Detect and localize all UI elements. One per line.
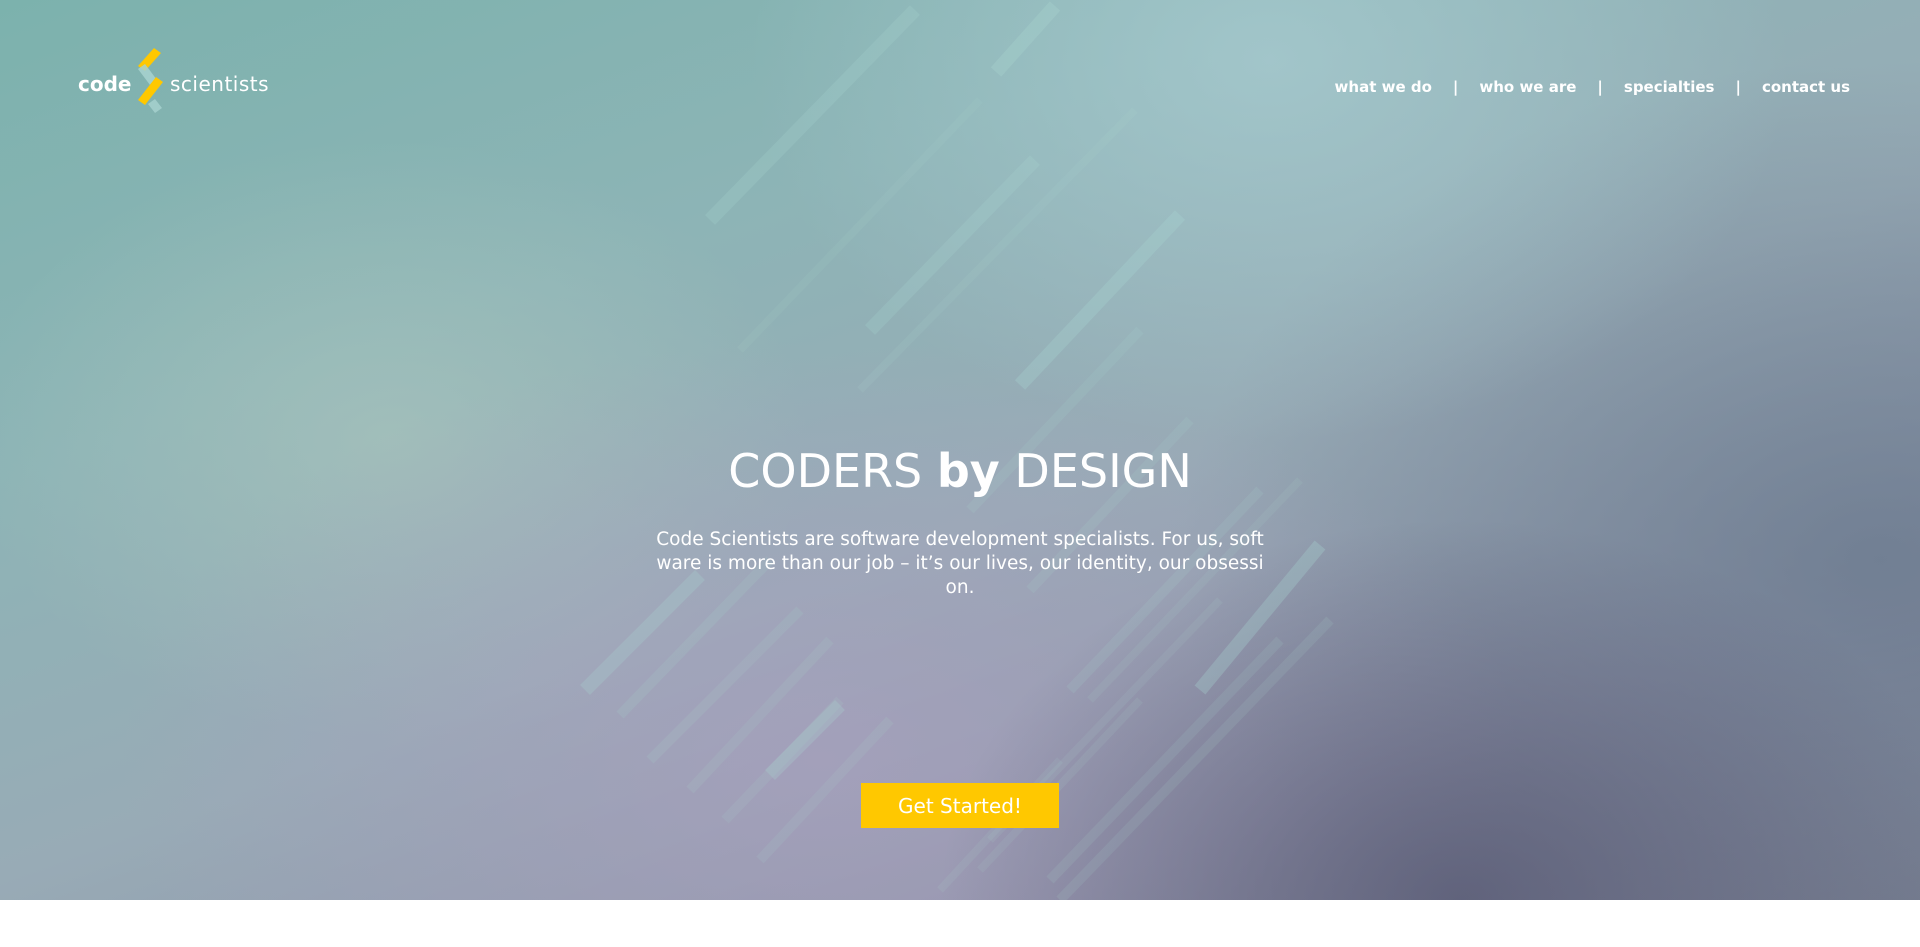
headline-text-by: by (936, 444, 1000, 498)
headline-text-coders: CODERS (728, 444, 937, 498)
logo-text-code: code (78, 72, 132, 96)
hero-headline: CODERS by DESIGN (0, 448, 1920, 494)
nav-separator: | (1597, 78, 1603, 96)
nav-link-who-we-are[interactable]: who we are (1479, 78, 1576, 96)
nav-link-what-we-do[interactable]: what we do (1335, 78, 1432, 96)
hero-section: code scientists what we do | who we are … (0, 0, 1920, 900)
main-nav: what we do | who we are | specialties | … (1335, 78, 1850, 96)
nav-link-contact-us[interactable]: contact us (1762, 78, 1850, 96)
hero-subtitle: Code Scientists are software development… (656, 529, 1264, 598)
headline-text-design: DESIGN (999, 444, 1192, 498)
nav-separator: | (1735, 78, 1741, 96)
double-chevron-logo-icon (138, 48, 163, 113)
nav-link-specialties[interactable]: specialties (1624, 78, 1715, 96)
get-started-button[interactable]: Get Started! (861, 783, 1059, 828)
site-logo[interactable]: code scientists (78, 47, 278, 115)
logo-text-scientists: scientists (170, 72, 270, 96)
nav-separator: | (1452, 78, 1459, 96)
